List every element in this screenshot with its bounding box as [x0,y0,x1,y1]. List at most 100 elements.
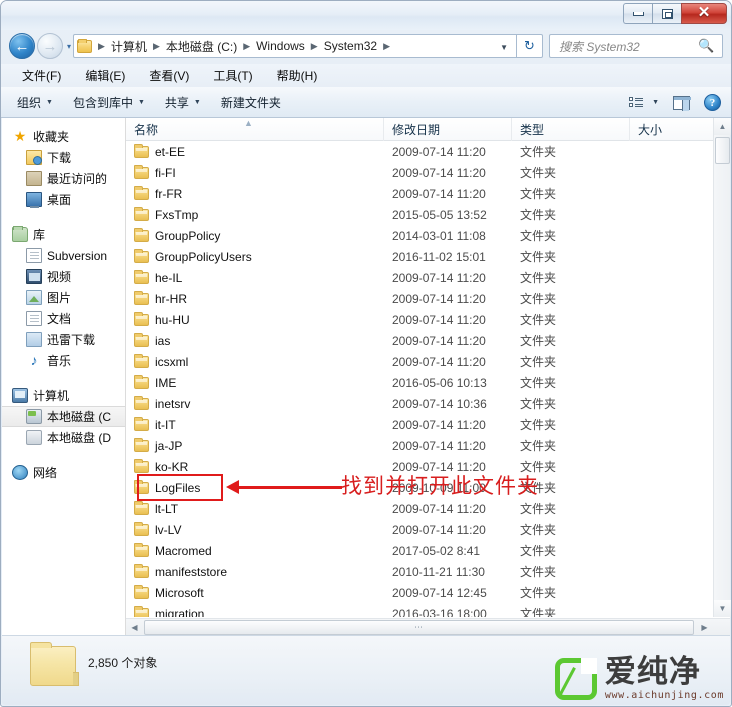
vertical-scroll-thumb[interactable] [715,137,730,164]
table-row[interactable]: IME 2016-05-06 10:13 文件夹 [126,372,730,393]
table-row[interactable]: fi-FI 2009-07-14 11:20 文件夹 [126,162,730,183]
sidebar-item-music[interactable]: ♪ 音乐 [2,350,125,371]
cell-name: GroupPolicyUsers [126,246,384,267]
column-header-type[interactable]: 类型 [512,117,630,141]
scroll-left-arrow-icon[interactable]: ◀ [126,619,143,636]
help-icon[interactable]: ? [704,94,721,111]
table-row[interactable]: manifeststore 2010-11-21 11:30 文件夹 [126,561,730,582]
breadcrumb[interactable]: ▶ 计算机 ▶ 本地磁盘 (C:) ▶ Windows ▶ System32 ▶… [73,34,517,58]
search-input[interactable]: 搜索 System32 🔍 [549,34,723,58]
vertical-scrollbar[interactable]: ▲ ▼ [713,118,731,617]
sidebar-item-network[interactable]: 网络 [2,462,125,483]
sidebar-item-computer[interactable]: 计算机 [2,385,125,406]
table-row[interactable]: it-IT 2009-07-14 11:20 文件夹 [126,414,730,435]
cell-size [630,288,716,309]
cell-date: 2015-05-05 13:52 [392,207,487,222]
sidebar-item-documents[interactable]: 文档 [2,308,125,329]
table-row[interactable]: migration 2016-03-16 18:00 文件夹 [126,603,730,617]
table-row[interactable]: ias 2009-07-14 11:20 文件夹 [126,330,730,351]
table-row[interactable]: FxsTmp 2015-05-05 13:52 文件夹 [126,204,730,225]
column-label: 名称 [134,122,159,137]
horizontal-scroll-thumb[interactable]: ⋯ [144,620,694,635]
column-header-date[interactable]: 修改日期 [384,117,512,141]
table-row[interactable]: et-EE 2009-07-14 11:20 文件夹 [126,141,730,162]
cell-size [630,162,716,183]
sidebar-item-subversion[interactable]: Subversion [2,245,125,266]
forward-button[interactable]: → [37,33,63,59]
scroll-down-arrow-icon[interactable]: ▼ [714,600,731,617]
cell-type: 文件夹 [520,544,557,558]
table-row[interactable]: icsxml 2009-07-14 11:20 文件夹 [126,351,730,372]
table-row[interactable]: hu-HU 2009-07-14 11:20 文件夹 [126,309,730,330]
sidebar-item-libraries[interactable]: 库 [2,224,125,245]
menu-tools[interactable]: 工具(T) [210,65,255,86]
sidebar-item-desktop[interactable]: 桌面 [2,189,125,210]
forward-arrow-icon: → [42,37,58,55]
back-button[interactable]: ← [9,33,35,59]
column-header-name[interactable]: 名称 ▲ [126,117,384,141]
view-icon-line [635,105,644,107]
breadcrumb-item-system32[interactable]: System32 [322,39,379,53]
sidebar-item-favorites[interactable]: ★ 收藏夹 [2,126,125,147]
scroll-right-arrow-icon[interactable]: ▶ [696,619,713,636]
file-name-label: et-EE [155,144,186,159]
cell-name: hr-HR [126,288,384,309]
maximize-button[interactable] [652,3,681,24]
include-in-library-button[interactable]: 包含到库中 ▼ [73,94,145,111]
navigation-pane[interactable]: ★ 收藏夹 下载 最近访问的 桌面 库 Subversion 视频 图片 文档 … [2,118,126,636]
view-chevron-down-icon[interactable]: ▼ [652,99,659,106]
table-row[interactable]: lt-LT 2009-07-14 11:20 文件夹 [126,498,730,519]
sidebar-item-downloads[interactable]: 下载 [2,147,125,168]
folder-icon [134,605,149,617]
share-button[interactable]: 共享 ▼ [165,94,201,111]
cell-name: inetsrv [126,393,384,414]
close-button[interactable]: ✕ [681,3,727,24]
breadcrumb-item-windows[interactable]: Windows [254,39,307,53]
file-name-label: fi-FI [155,165,176,180]
cell-type: 文件夹 [520,166,557,180]
table-row[interactable]: Microsoft 2009-07-14 12:45 文件夹 [126,582,730,603]
change-view-icon[interactable] [629,96,644,109]
table-row[interactable]: hr-HR 2009-07-14 11:20 文件夹 [126,288,730,309]
sidebar-item-videos[interactable]: 视频 [2,266,125,287]
cell-name: GroupPolicy [126,225,384,246]
sidebar-label: 收藏夹 [33,130,70,144]
cell-date: 2010-11-21 11:30 [392,564,485,579]
sidebar-label: 图片 [47,291,72,305]
table-row[interactable]: he-IL 2009-07-14 11:20 文件夹 [126,267,730,288]
sidebar-item-local-disk-c[interactable]: 本地磁盘 (C [2,406,125,427]
new-folder-button[interactable]: 新建文件夹 [221,94,281,111]
menu-edit[interactable]: 编辑(E) [82,65,128,86]
sidebar-group-favorites: ★ 收藏夹 下载 最近访问的 桌面 [2,126,125,210]
table-row[interactable]: GroupPolicy 2014-03-01 11:08 文件夹 [126,225,730,246]
sidebar-item-recent-places[interactable]: 最近访问的 [2,168,125,189]
horizontal-scrollbar[interactable]: ◀ ⋯ ▶ [126,618,730,636]
organize-button[interactable]: 组织 ▼ [17,94,53,111]
minimize-button[interactable] [623,3,652,24]
table-row[interactable]: ja-JP 2009-07-14 11:20 文件夹 [126,435,730,456]
breadcrumb-item-computer[interactable]: 计算机 [109,38,149,55]
sidebar-item-pictures[interactable]: 图片 [2,287,125,308]
cell-type: 文件夹 [520,607,557,617]
sidebar-item-thunder-download[interactable]: 迅雷下载 [2,329,125,350]
menu-file[interactable]: 文件(F) [19,65,64,86]
folder-icon [134,164,149,179]
scroll-up-arrow-icon[interactable]: ▲ [714,118,731,135]
preview-pane-icon[interactable] [673,95,691,111]
menu-help[interactable]: 帮助(H) [274,65,321,86]
table-row[interactable]: inetsrv 2009-07-14 10:36 文件夹 [126,393,730,414]
breadcrumb-dropdown-icon[interactable]: ▼ [500,43,508,52]
table-row[interactable]: GroupPolicyUsers 2016-11-02 15:01 文件夹 [126,246,730,267]
column-header-size[interactable]: 大小 [630,118,716,141]
cell-date: 2009-07-14 11:20 [392,186,486,201]
breadcrumb-item-drive-c[interactable]: 本地磁盘 (C:) [164,38,239,55]
hard-disk-c-icon [26,409,42,424]
sidebar-item-local-disk-d[interactable]: 本地磁盘 (D [2,427,125,448]
table-row[interactable]: fr-FR 2009-07-14 11:20 文件夹 [126,183,730,204]
status-item-count: 2,850 个对象 [88,656,158,670]
history-dropdown-icon[interactable]: ▾ [67,42,71,51]
table-row[interactable]: Macromed 2017-05-02 8:41 文件夹 [126,540,730,561]
refresh-button[interactable]: ↻ [517,34,543,58]
menu-view[interactable]: 查看(V) [146,65,192,86]
table-row[interactable]: lv-LV 2009-07-14 11:20 文件夹 [126,519,730,540]
